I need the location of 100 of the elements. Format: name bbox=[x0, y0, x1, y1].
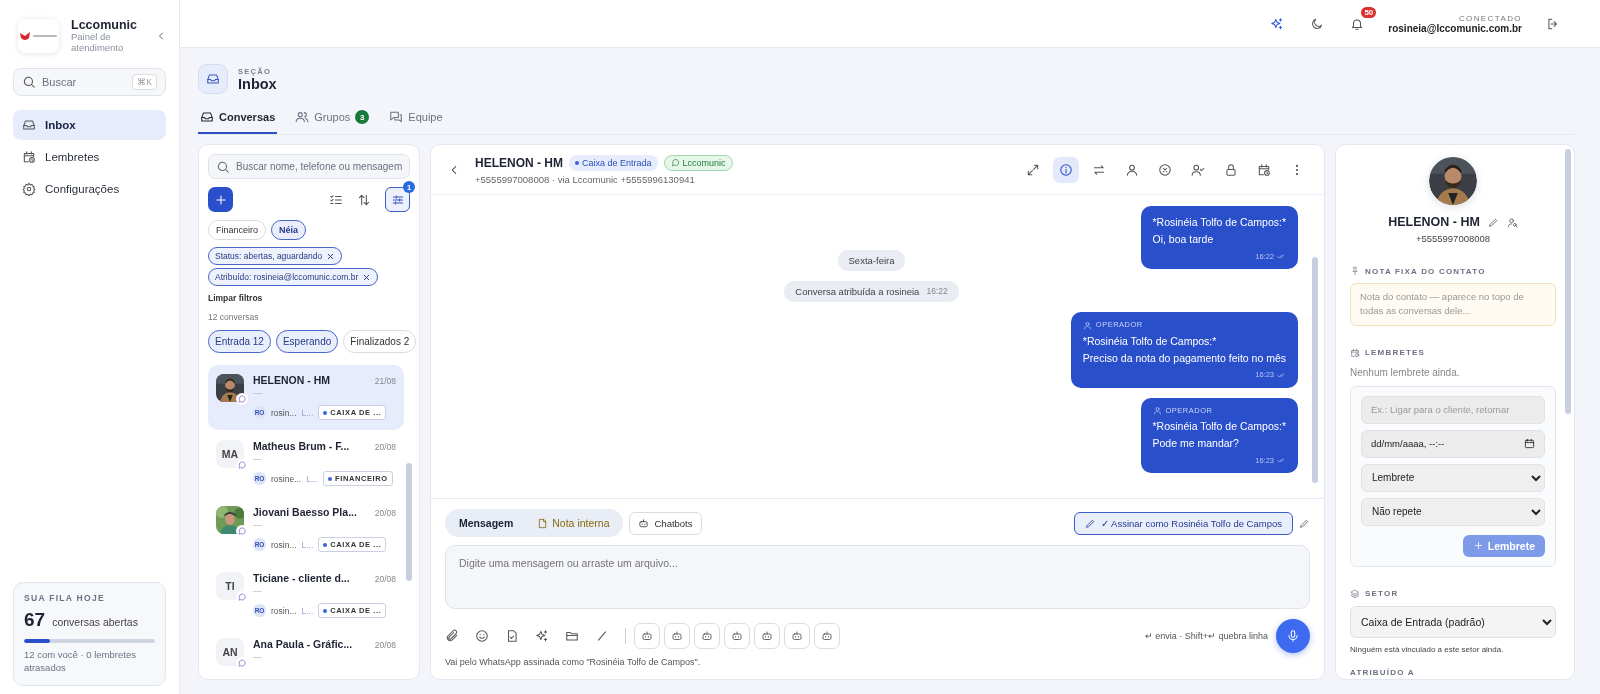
smile-icon bbox=[475, 629, 489, 643]
filter-chip[interactable]: Atribuído: rosineia@lccomunic.com.br bbox=[208, 268, 379, 286]
bot-icon bbox=[638, 517, 650, 529]
type-select[interactable]: Lembrete bbox=[1361, 463, 1545, 492]
expand-icon bbox=[1026, 162, 1040, 177]
message-input[interactable]: Digite uma mensagem ou arraste um arquivo... bbox=[445, 545, 1310, 609]
channel-name: L... bbox=[301, 605, 314, 616]
bot-button[interactable] bbox=[664, 623, 690, 649]
clear-filters-link[interactable]: Limpar filtros bbox=[208, 293, 410, 303]
sector-chip[interactable]: Néia bbox=[271, 220, 307, 240]
contact-name: Jiovani Baesso Pla... bbox=[253, 506, 357, 518]
new-conversation-button[interactable] bbox=[208, 187, 233, 212]
close-circle-icon bbox=[1158, 162, 1172, 177]
bot-button[interactable] bbox=[724, 623, 750, 649]
agent-name: rosin... bbox=[271, 407, 297, 418]
date-divider: Sexta-feira bbox=[837, 250, 906, 271]
bot-icon bbox=[731, 630, 743, 642]
status-tab[interactable]: Finalizados 2 bbox=[343, 330, 417, 353]
conversation-item[interactable]: AN Ana Paula - Gráfic... 20/08 — bbox=[208, 629, 404, 676]
chat-icon bbox=[236, 393, 248, 405]
message-text: Oi, boa tarde bbox=[1152, 232, 1215, 248]
sector-tag: Caixa de Entrada bbox=[569, 154, 658, 171]
queue-title: SUA FILA HOJE bbox=[24, 593, 106, 604]
nav-item[interactable]: Lembretes bbox=[13, 141, 166, 172]
contact-name: HELENON - HM bbox=[475, 155, 563, 170]
smile-button[interactable] bbox=[475, 629, 489, 643]
search-field[interactable]: Buscar ⌘K bbox=[13, 67, 166, 96]
calendar-icon bbox=[1524, 438, 1535, 449]
conversation-date: 21/08 bbox=[374, 376, 396, 386]
microphone-button[interactable] bbox=[1276, 619, 1310, 653]
file-button[interactable] bbox=[505, 629, 519, 643]
contact-name: HELENON - HM bbox=[1388, 215, 1480, 229]
paperclip-button[interactable] bbox=[445, 629, 459, 643]
plus-icon bbox=[1472, 540, 1484, 551]
edit-button[interactable] bbox=[1487, 216, 1499, 228]
assign-icon bbox=[1191, 162, 1205, 177]
tab[interactable]: Equipe bbox=[387, 104, 445, 134]
contact-name: Ana Paula - Gráfic... bbox=[253, 638, 353, 650]
select-button[interactable] bbox=[329, 192, 343, 207]
sign-toggle[interactable]: ✓ Assinar como Rosinéia Tolfo de Campos bbox=[1073, 511, 1293, 535]
bot-icon bbox=[701, 630, 713, 642]
nav-item[interactable]: Inbox bbox=[13, 109, 166, 140]
user-icon bbox=[1125, 162, 1139, 177]
mode-tab[interactable]: Nota interna bbox=[525, 511, 622, 535]
sector-select[interactable]: Caixa de Entrada (padrão) bbox=[1350, 605, 1556, 638]
user-icon bbox=[1082, 320, 1092, 330]
sender-name: *Rosinéia Tolfo de Campos:* bbox=[1082, 333, 1218, 349]
microphone-icon bbox=[1286, 629, 1300, 643]
chatbots-button[interactable]: Chatbots bbox=[629, 511, 702, 535]
sender-name: *Rosinéia Tolfo de Campos:* bbox=[1152, 419, 1286, 434]
message-text: Preciso da nota do pagamento feito no mês bbox=[1082, 350, 1286, 366]
info-button[interactable] bbox=[1053, 156, 1079, 183]
nav-item[interactable]: Configurações bbox=[13, 173, 166, 204]
bot-button[interactable] bbox=[694, 623, 720, 649]
read-check-icon bbox=[1277, 370, 1286, 380]
bot-icon bbox=[821, 630, 833, 642]
edit-signature-button[interactable] bbox=[1299, 517, 1310, 529]
status-tab[interactable]: Esperando bbox=[275, 330, 339, 353]
mode-tab[interactable]: Mensagem bbox=[447, 511, 526, 535]
folder-icon bbox=[565, 629, 579, 643]
notification-badge: 50 bbox=[1361, 6, 1377, 18]
search-icon bbox=[22, 74, 36, 89]
bot-button[interactable] bbox=[784, 623, 810, 649]
search-icon bbox=[216, 159, 230, 174]
status-tab[interactable]: Entrada 12 bbox=[208, 330, 271, 353]
date-field[interactable]: dd/mm/aaaa, --:-- bbox=[1361, 429, 1545, 458]
bot-button[interactable] bbox=[814, 623, 840, 649]
sector-chip[interactable]: Financeiro bbox=[208, 220, 267, 240]
folder-button[interactable] bbox=[565, 629, 579, 643]
tab[interactable]: Grupos 3 bbox=[293, 104, 372, 134]
pencil-icon bbox=[1487, 216, 1499, 228]
event-time: 16:22 bbox=[926, 286, 948, 297]
bell-icon bbox=[1350, 16, 1365, 31]
sector-note: Ninguém está vinculado a este setor ainda. bbox=[1350, 644, 1505, 654]
agent-name: rosin... bbox=[271, 605, 297, 616]
brand-subtitle: Painel de atendimento bbox=[71, 32, 125, 54]
bot-icon bbox=[791, 630, 803, 642]
sender-name: *Rosinéia Tolfo de Campos:* bbox=[1152, 215, 1286, 230]
chat-icon bbox=[236, 657, 248, 669]
bot-button[interactable] bbox=[634, 623, 660, 649]
filter-button[interactable] bbox=[385, 187, 410, 212]
message-preview: — bbox=[253, 586, 263, 596]
conversation-date: 20/08 bbox=[374, 508, 396, 518]
open-count: 67 bbox=[24, 609, 46, 632]
repeat-select[interactable]: Não repete bbox=[1361, 497, 1545, 526]
search-field[interactable]: Buscar nome, telefone ou mensagem bbox=[208, 154, 410, 179]
sort-button[interactable] bbox=[357, 192, 371, 207]
bot-button[interactable] bbox=[754, 623, 780, 649]
contact-subtitle: +5555997008008 · via Lccomunic +5555996130941 bbox=[475, 173, 696, 185]
section-heading: LEMBRETES bbox=[1365, 348, 1426, 357]
slash-button[interactable] bbox=[595, 629, 609, 643]
find-contact-button[interactable] bbox=[1506, 216, 1518, 228]
sparkle-button[interactable] bbox=[535, 629, 549, 643]
tab[interactable]: Conversas bbox=[198, 104, 278, 134]
filter-chip[interactable]: Status: abertas, aguardando bbox=[208, 247, 343, 265]
open-label: conversas abertas bbox=[52, 616, 138, 629]
transfer-icon bbox=[1092, 162, 1106, 177]
contact-phone: +5555997008008 bbox=[1414, 233, 1492, 244]
conversation-date: 20/08 bbox=[374, 442, 396, 452]
shortcut-key: ⌘K bbox=[132, 73, 157, 90]
